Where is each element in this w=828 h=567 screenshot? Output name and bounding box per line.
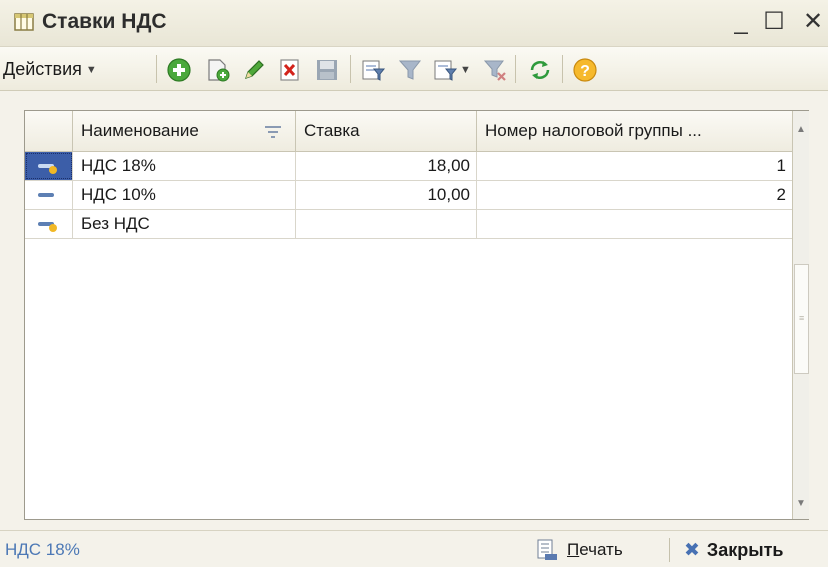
- toolbar-divider: [515, 55, 516, 83]
- cell-tax-group: 2: [477, 181, 793, 209]
- toolbar-divider: [350, 55, 351, 83]
- grip-icon: ≡: [799, 313, 805, 323]
- cell-rate: [296, 210, 477, 238]
- add-circle-icon[interactable]: [166, 57, 192, 83]
- vat-rates-table[interactable]: Наименование Ставка Номер налоговой груп…: [24, 110, 809, 520]
- minimize-button[interactable]: _: [728, 8, 754, 36]
- scroll-down-arrow-icon[interactable]: ▼: [796, 498, 806, 509]
- window-title: Ставки НДС: [42, 10, 167, 33]
- row-icon-cell: [25, 210, 73, 238]
- current-item-status: НДС 18%: [5, 540, 80, 559]
- filter-list-icon[interactable]: [360, 57, 386, 83]
- item-marker-icon: [38, 222, 57, 232]
- cell-name: НДС 10%: [73, 181, 296, 209]
- maximize-button[interactable]: ☐: [761, 8, 787, 36]
- table-row[interactable]: Без НДС: [25, 210, 793, 239]
- print-button-label: Печать: [567, 540, 623, 559]
- svg-text:?: ?: [580, 63, 590, 80]
- actions-menu-button[interactable]: Действия ▼: [3, 59, 97, 80]
- column-header-rate[interactable]: Ставка: [296, 111, 477, 152]
- row-icon-cell: [25, 181, 73, 209]
- column-header-name[interactable]: Наименование: [73, 111, 296, 152]
- footer-divider: [669, 538, 670, 562]
- table-row[interactable]: НДС 10% 10,00 2: [25, 181, 793, 210]
- filter-dropdown-icon[interactable]: [432, 57, 458, 83]
- refresh-icon[interactable]: [527, 57, 553, 83]
- item-marker-icon: [38, 193, 54, 197]
- chevron-down-icon: ▼: [85, 64, 97, 76]
- filter-icon: [398, 60, 422, 80]
- clear-filter-icon: [483, 60, 506, 81]
- column-header-tax-group[interactable]: Номер налоговой группы ...: [477, 111, 793, 152]
- cell-tax-group: 1: [477, 152, 793, 180]
- title-bar[interactable]: Ставки НДС _ ☐ ✕: [0, 0, 828, 46]
- close-window-button[interactable]: ✕: [800, 8, 826, 36]
- chevron-down-icon[interactable]: ▼: [460, 64, 471, 76]
- cell-rate: 10,00: [296, 181, 477, 209]
- cell-name: Без НДС: [73, 210, 296, 238]
- row-icon-cell: [25, 152, 73, 180]
- vertical-scrollbar[interactable]: ▲ ≡ ▼: [792, 111, 809, 519]
- help-icon[interactable]: ?: [572, 57, 598, 83]
- print-button[interactable]: Печать: [535, 537, 623, 563]
- actions-menu-label: Действия: [3, 59, 82, 79]
- toolbar-divider: [156, 55, 157, 83]
- close-button[interactable]: ✖ Закрыть: [684, 537, 783, 563]
- column-header-tax-group-label: Номер налоговой группы ...: [485, 121, 702, 140]
- column-header-rate-label: Ставка: [304, 121, 360, 140]
- toolbar-divider: [562, 55, 563, 83]
- close-button-label: Закрыть: [706, 539, 784, 560]
- cell-rate: 18,00: [296, 152, 477, 180]
- status-bar: НДС 18% Печать ✖ Закрыть: [0, 530, 828, 567]
- sort-icon[interactable]: [264, 125, 282, 139]
- vat-rates-window: Ставки НДС _ ☐ ✕ Действия ▼ ▼ ? Наименов…: [0, 0, 828, 567]
- table-list-icon: [14, 13, 34, 31]
- cell-name: НДС 18%: [73, 152, 296, 180]
- column-header-name-label: Наименование: [81, 121, 199, 140]
- table-header: Наименование Ставка Номер налоговой груп…: [25, 111, 793, 152]
- header-icon-column: [25, 111, 73, 152]
- close-x-icon: ✖: [684, 539, 700, 561]
- cell-tax-group: [477, 210, 793, 238]
- scroll-up-arrow-icon[interactable]: ▲: [796, 124, 806, 135]
- toolbar: Действия ▼ ▼ ?: [0, 46, 828, 91]
- delete-icon[interactable]: [277, 57, 303, 83]
- copy-doc-icon[interactable]: [205, 57, 231, 83]
- save-disk-icon: [317, 60, 337, 80]
- print-doc-icon: [537, 539, 557, 560]
- item-marker-icon: [38, 164, 57, 174]
- edit-pencil-icon[interactable]: [241, 57, 267, 83]
- scrollbar-thumb[interactable]: ≡: [794, 264, 809, 374]
- table-row[interactable]: НДС 18% 18,00 1: [25, 152, 793, 181]
